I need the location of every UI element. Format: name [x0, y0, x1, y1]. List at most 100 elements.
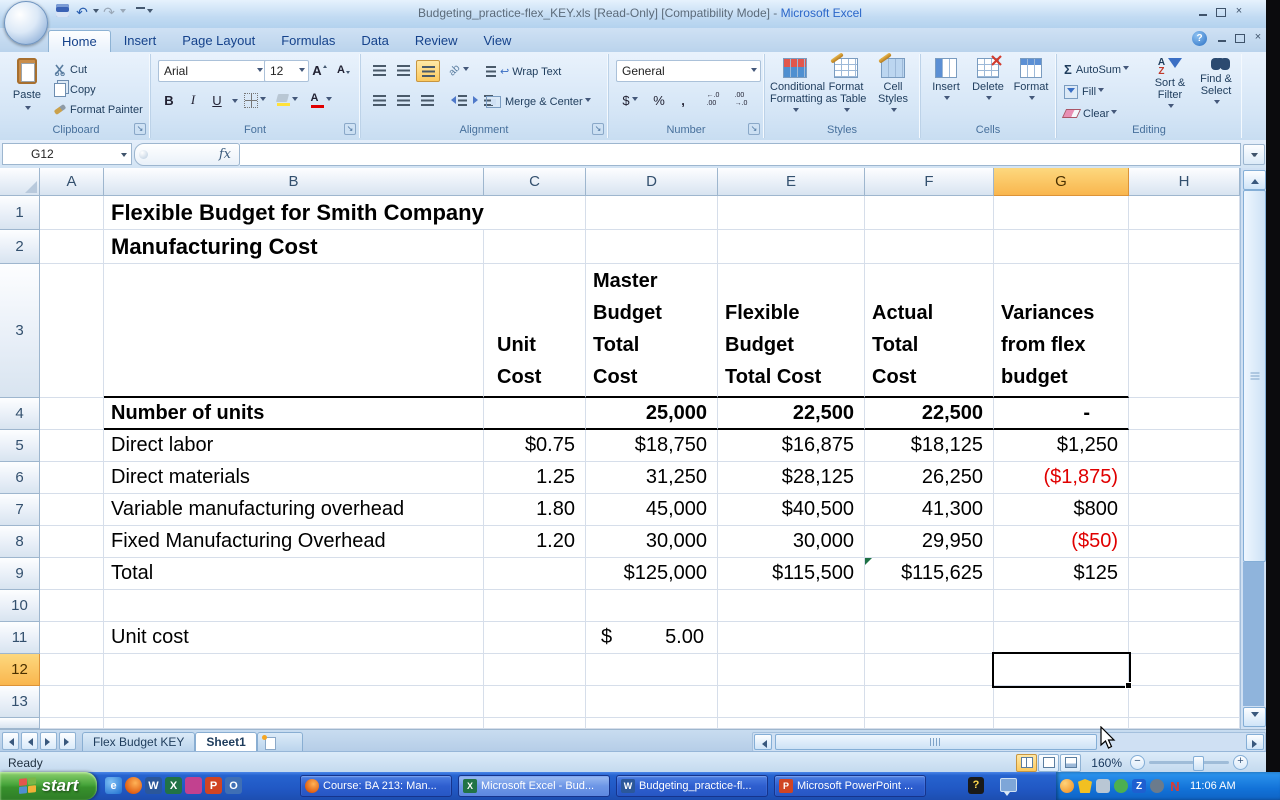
vertical-scroll-thumb[interactable]: [1243, 190, 1266, 562]
cell[interactable]: [40, 590, 104, 622]
cell[interactable]: [994, 230, 1129, 264]
cell-B5[interactable]: Direct labor: [104, 430, 484, 462]
col-header-H[interactable]: H: [1129, 168, 1240, 196]
workbook-minimize-icon[interactable]: [1213, 31, 1231, 46]
italic-button[interactable]: I: [182, 90, 204, 110]
cell[interactable]: [865, 686, 994, 718]
cell-B1[interactable]: Flexible Budget for Smith Company: [104, 196, 484, 230]
page-layout-view-button[interactable]: [1038, 753, 1060, 772]
cell-E6[interactable]: $28,125: [718, 462, 865, 494]
cell[interactable]: [586, 686, 718, 718]
center-button[interactable]: [392, 90, 414, 110]
cell-G8[interactable]: ($50): [994, 526, 1129, 558]
cut-button[interactable]: Cut: [54, 60, 87, 79]
cell-G6[interactable]: ($1,875): [994, 462, 1129, 494]
bold-button[interactable]: B: [158, 90, 180, 110]
cell[interactable]: [586, 718, 718, 729]
col-header-G[interactable]: G: [994, 168, 1129, 196]
insert-function-button[interactable]: fx: [134, 143, 240, 166]
outlook-icon[interactable]: O: [225, 777, 242, 794]
cell[interactable]: [718, 686, 865, 718]
start-button[interactable]: start: [0, 772, 97, 800]
vertical-scrollbar[interactable]: [1240, 168, 1267, 729]
col-header-E[interactable]: E: [718, 168, 865, 196]
alignment-dialog-launcher-icon[interactable]: ↘: [592, 123, 604, 135]
top-align-button[interactable]: [368, 60, 390, 80]
cell-B6[interactable]: Direct materials: [104, 462, 484, 494]
cell[interactable]: [40, 196, 104, 230]
cell[interactable]: [1129, 622, 1240, 654]
redo-icon[interactable]: ↷: [99, 2, 119, 22]
sort-filter-button[interactable]: A Z Sort & Filter: [1148, 58, 1192, 113]
col-header-F[interactable]: F: [865, 168, 994, 196]
cell[interactable]: [40, 654, 104, 686]
format-painter-button[interactable]: Format Painter: [53, 100, 143, 119]
cell-D5[interactable]: $18,750: [586, 430, 718, 462]
cell[interactable]: [1129, 264, 1240, 398]
cell[interactable]: [718, 590, 865, 622]
excel-icon[interactable]: X: [165, 777, 182, 794]
cell[interactable]: [1129, 526, 1240, 558]
cell[interactable]: [1129, 590, 1240, 622]
row-header-14[interactable]: [0, 718, 40, 729]
col-header-B[interactable]: B: [104, 168, 484, 196]
row-header-11[interactable]: 11: [0, 622, 40, 654]
format-as-table-button[interactable]: Format as Table: [822, 52, 870, 117]
cell[interactable]: [718, 196, 865, 230]
middle-align-button[interactable]: [392, 60, 414, 80]
cell-G7[interactable]: $800: [994, 494, 1129, 526]
zoom-slider[interactable]: [1149, 756, 1229, 771]
cell[interactable]: [586, 230, 718, 264]
conditional-formatting-button[interactable]: Conditional Formatting: [770, 58, 825, 117]
cell-F4[interactable]: 22,500: [865, 398, 994, 430]
cell-F8[interactable]: 29,950: [865, 526, 994, 558]
cell[interactable]: [1129, 430, 1240, 462]
cell[interactable]: [1129, 494, 1240, 526]
expand-formula-bar-button[interactable]: [1243, 144, 1265, 165]
cell[interactable]: [40, 398, 104, 430]
cell[interactable]: [865, 196, 994, 230]
row-header-4[interactable]: 4: [0, 398, 40, 430]
name-box[interactable]: G12: [2, 143, 132, 165]
cell-B11[interactable]: Unit cost: [104, 622, 484, 654]
cell[interactable]: [1129, 398, 1240, 430]
save-icon[interactable]: [52, 2, 72, 22]
last-sheet-icon[interactable]: [59, 732, 76, 750]
cell-D9[interactable]: $125,000: [586, 558, 718, 590]
tab-home[interactable]: Home: [48, 29, 111, 53]
font-dialog-launcher-icon[interactable]: ↘: [344, 123, 356, 135]
align-right-button[interactable]: [416, 90, 438, 110]
cell[interactable]: [718, 622, 865, 654]
cell-G4[interactable]: -: [994, 398, 1129, 430]
cell-D4[interactable]: 25,000: [586, 398, 718, 430]
display-icon[interactable]: [1000, 778, 1017, 792]
cell[interactable]: [718, 718, 865, 729]
tab-review[interactable]: Review: [402, 30, 471, 52]
font-size-select[interactable]: 12: [264, 60, 309, 82]
horizontal-scroll-thumb[interactable]: [775, 734, 1097, 750]
autosum-button[interactable]: Σ AutoSum: [1064, 60, 1130, 79]
sheet-tab-sheet1[interactable]: Sheet1: [195, 732, 257, 752]
row-header-8[interactable]: 8: [0, 526, 40, 558]
borders-button[interactable]: [244, 90, 266, 110]
cell[interactable]: [865, 622, 994, 654]
comma-style-button[interactable]: ,: [672, 90, 694, 110]
scroll-up-icon[interactable]: [1243, 170, 1266, 190]
row-header-7[interactable]: 7: [0, 494, 40, 526]
cell-D7[interactable]: 45,000: [586, 494, 718, 526]
cell[interactable]: [484, 654, 586, 686]
tab-page-layout[interactable]: Page Layout: [169, 30, 268, 52]
tab-data[interactable]: Data: [348, 30, 401, 52]
horizontal-scrollbar[interactable]: [752, 732, 1266, 752]
merge-center-button[interactable]: Merge & Center: [486, 92, 591, 111]
name-box-dropdown-icon[interactable]: [121, 152, 127, 160]
first-sheet-icon[interactable]: [2, 732, 19, 750]
normal-view-button[interactable]: [1016, 753, 1038, 772]
cell-E8[interactable]: 30,000: [718, 526, 865, 558]
align-left-button[interactable]: [368, 90, 390, 110]
cell[interactable]: [994, 686, 1129, 718]
row-header-9[interactable]: 9: [0, 558, 40, 590]
scroll-right-icon[interactable]: [1246, 734, 1264, 750]
redo-caret-icon[interactable]: [120, 8, 126, 16]
ie-icon[interactable]: e: [105, 777, 122, 794]
